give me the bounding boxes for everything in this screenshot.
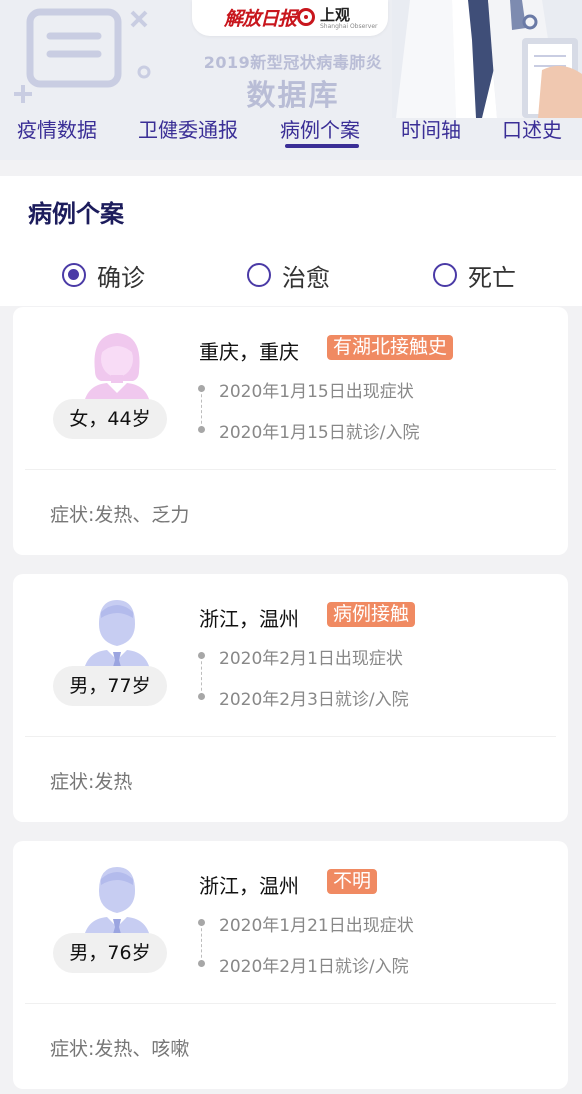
case-timeline: 2020年1月21日出现症状 2020年2月1日就诊/入院: [197, 911, 497, 991]
patient-avatar: 女，44岁: [53, 329, 167, 441]
filter-label-recovered: 治愈: [282, 264, 330, 292]
timeline-connector: [201, 923, 202, 963]
symptoms-text: 症状:发热、咳嗽: [50, 1038, 190, 1060]
timeline-connector: [201, 656, 202, 696]
nav-tab-case-records[interactable]: 病例个案: [280, 114, 360, 143]
nav-tab-epidemic-data[interactable]: 疫情数据: [17, 114, 97, 143]
case-records-section: 病例个案 确诊 治愈 死亡 女，44岁 重庆，重庆 有湖北接触史 2020年1月…: [0, 176, 582, 1094]
admission-date: 2020年2月1日就诊/入院: [219, 957, 409, 977]
card-divider: [25, 469, 556, 470]
patient-avatar: 男，76岁: [53, 863, 167, 975]
main-nav: 疫情数据 卫健委通报 病例个案 时间轴 口述史: [0, 110, 582, 160]
contact-tag: 病例接触: [327, 602, 416, 627]
shangguan-logo-icon: [297, 8, 315, 26]
card-divider: [25, 1003, 556, 1004]
filter-label-deceased: 死亡: [468, 264, 516, 292]
page-title: 病例个案: [28, 200, 124, 228]
card-divider: [25, 736, 556, 737]
case-location: 浙江，温州: [199, 874, 299, 898]
symptoms-text: 症状:发热、乏力: [50, 504, 190, 526]
shangguan-logo-text: 上观: [320, 6, 351, 24]
male-avatar-icon: [83, 867, 151, 943]
patient-avatar: 男，77岁: [53, 596, 167, 708]
case-card[interactable]: 男，76岁 浙江，温州 不明 2020年1月21日出现症状 2020年2月1日就…: [13, 841, 568, 1089]
shangguan-logo-subtext: Shanghai Observer: [320, 23, 378, 30]
database-subtitle: 2019新型冠状病毒肺炎: [203, 53, 383, 72]
male-avatar-icon: [83, 600, 151, 676]
timeline-dot-icon: [198, 652, 205, 659]
timeline-dot-icon: [198, 385, 205, 392]
patient-gender-age: 男，77岁: [53, 666, 167, 706]
patient-gender-age: 女，44岁: [53, 399, 167, 439]
case-location: 重庆，重庆: [199, 340, 299, 364]
contact-tag: 有湖北接触史: [327, 335, 454, 360]
onset-date: 2020年1月15日出现症状: [219, 382, 414, 402]
patient-gender-age: 男，76岁: [53, 933, 167, 973]
case-card[interactable]: 男，77岁 浙江，温州 病例接触 2020年2月1日出现症状 2020年2月3日…: [13, 574, 568, 822]
nav-tab-health-commission[interactable]: 卫健委通报: [138, 114, 238, 143]
doctor-illustration-icon: [392, 0, 582, 118]
case-timeline: 2020年2月1日出现症状 2020年2月3日就诊/入院: [197, 644, 497, 724]
document-illustration-icon: [14, 8, 151, 103]
app-header: 解放日报 上观 Shanghai Observer 2019新型冠状病毒肺炎 数…: [0, 0, 582, 160]
admission-date: 2020年2月3日就诊/入院: [219, 690, 409, 710]
timeline-dot-icon: [198, 919, 205, 926]
brand-logo: 解放日报 上观 Shanghai Observer: [192, 0, 388, 36]
section-header: 病例个案 确诊 治愈 死亡: [0, 176, 582, 306]
jiefang-daily-logo: 解放日报: [224, 8, 297, 30]
symptoms-text: 症状:发热: [50, 771, 133, 793]
case-timeline: 2020年1月15日出现症状 2020年1月15日就诊/入院: [197, 377, 497, 457]
nav-tab-oral-history[interactable]: 口述史: [502, 114, 562, 143]
timeline-connector: [201, 389, 202, 429]
database-title: 数据库: [246, 78, 340, 112]
onset-date: 2020年2月1日出现症状: [219, 649, 403, 669]
active-tab-indicator: [285, 144, 359, 148]
radio-unchecked-icon[interactable]: [433, 263, 457, 287]
timeline-dot-icon: [198, 960, 205, 967]
radio-checked-icon[interactable]: [62, 263, 86, 287]
filter-label-confirmed: 确诊: [97, 264, 145, 292]
case-location: 浙江，温州: [199, 607, 299, 631]
nav-tab-timeline[interactable]: 时间轴: [401, 114, 461, 143]
case-card[interactable]: 女，44岁 重庆，重庆 有湖北接触史 2020年1月15日出现症状 2020年1…: [13, 307, 568, 555]
female-avatar-icon: [83, 333, 151, 409]
radio-unchecked-icon[interactable]: [247, 263, 271, 287]
onset-date: 2020年1月21日出现症状: [219, 916, 414, 936]
timeline-dot-icon: [198, 693, 205, 700]
contact-tag: 不明: [327, 869, 378, 894]
admission-date: 2020年1月15日就诊/入院: [219, 423, 420, 443]
timeline-dot-icon: [198, 426, 205, 433]
